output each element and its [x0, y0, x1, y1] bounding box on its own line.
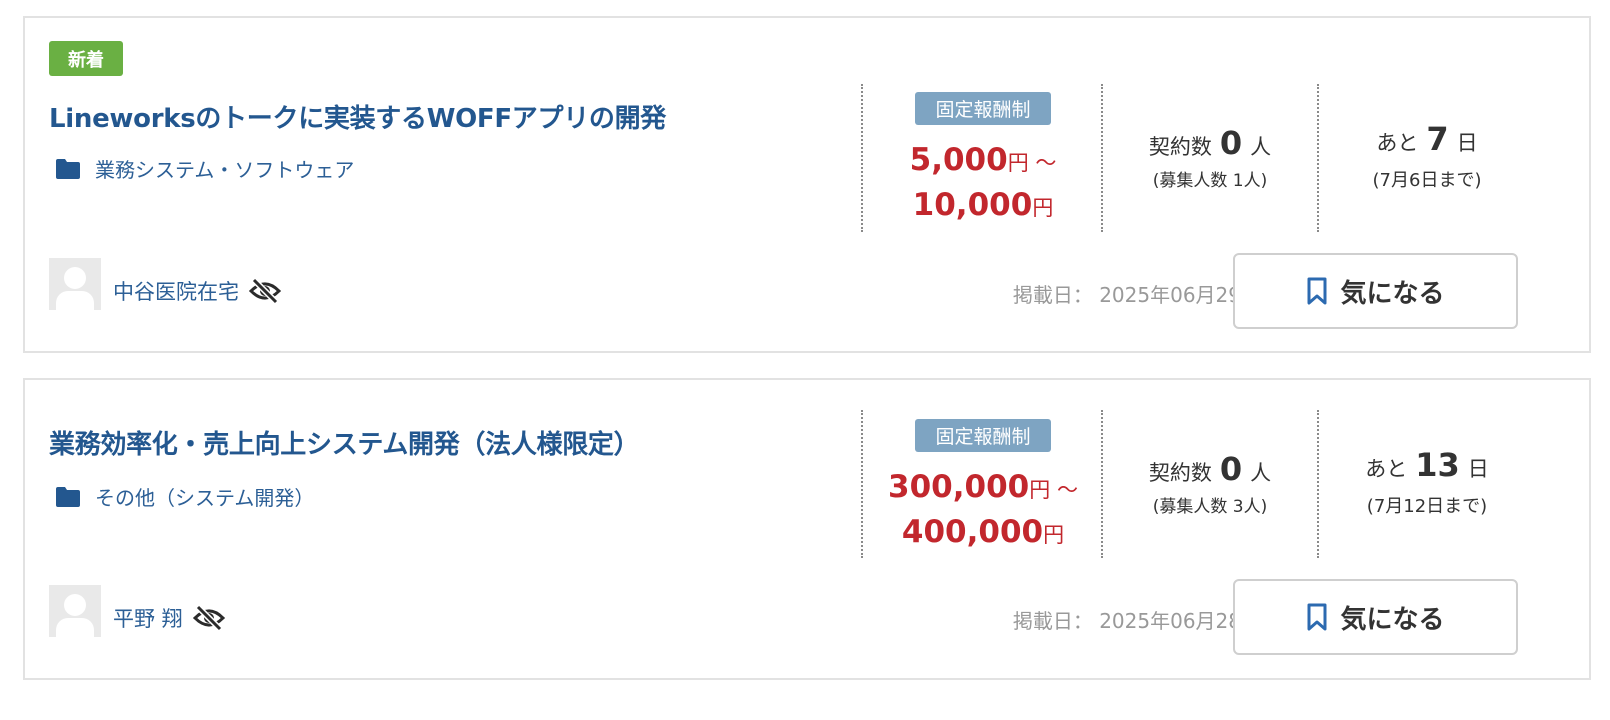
eye-off-icon	[192, 605, 225, 631]
eye-off-icon	[249, 278, 281, 304]
avatar[interactable]	[49, 258, 101, 310]
deadline-date: (7月6日まで)	[1372, 170, 1482, 191]
price-max: 10,000円	[865, 184, 1101, 229]
folder-icon	[56, 486, 80, 507]
contract-number: 0	[1219, 124, 1243, 162]
price-max: 400,000円	[865, 511, 1101, 556]
posted-date: 掲載日： 2025年06月28日	[1012, 609, 1261, 633]
contract-label: 契約数	[1148, 135, 1212, 159]
price-separator: 〜	[1035, 151, 1057, 175]
price-unit: 円	[1032, 196, 1054, 220]
favorite-button[interactable]: 気になる	[1233, 579, 1518, 655]
contract-number: 0	[1219, 450, 1243, 488]
contract-unit: 人	[1250, 461, 1272, 485]
contract-count: 契約数 0 人	[1103, 124, 1317, 162]
pay-type-badge: 固定報酬制	[915, 92, 1051, 125]
folder-icon	[56, 158, 80, 179]
new-badge: 新着	[49, 41, 123, 76]
price-block: 固定報酬制 5,000円 〜 10,000円	[865, 92, 1101, 229]
price-separator: 〜	[1056, 478, 1078, 502]
job-card: 新着 Lineworksのトークに実装するWOFFアプリの開発 業務システム・ソ…	[23, 16, 1591, 353]
job-title-link[interactable]: Lineworksのトークに実装するWOFFアプリの開発	[49, 98, 666, 135]
price-block: 固定報酬制 300,000円 〜 400,000円	[865, 419, 1101, 556]
recruit-count: (募集人数 1人)	[1152, 171, 1268, 191]
avatar[interactable]	[49, 585, 101, 637]
client-name-link[interactable]: 中谷医院在宅	[113, 276, 239, 306]
client-name-link[interactable]: 平野 翔	[113, 603, 183, 633]
deadline-block: あと 13 日 (7月12日まで)	[1319, 446, 1535, 518]
client-info: 平野 翔	[113, 603, 225, 633]
contract-label: 契約数	[1148, 461, 1212, 485]
job-card: 業務効率化・売上向上システム開発（法人様限定） その他（システム開発） 固定報酬…	[23, 378, 1591, 680]
column-divider	[861, 84, 863, 232]
column-divider	[861, 410, 863, 558]
price-max-value: 10,000	[912, 187, 1033, 223]
price-unit: 円	[1029, 478, 1051, 502]
price-min: 5,000円 〜	[865, 139, 1101, 184]
bookmark-icon	[1307, 603, 1327, 631]
price-max-value: 400,000	[901, 514, 1044, 550]
job-category[interactable]: その他（システム開発）	[55, 482, 314, 511]
favorite-label: 気になる	[1340, 278, 1445, 309]
contract-unit: 人	[1250, 135, 1272, 159]
pay-type-badge: 固定報酬制	[915, 419, 1051, 452]
recruit-count: (募集人数 3人)	[1152, 497, 1268, 517]
contract-block: 契約数 0 人 (募集人数 1人)	[1103, 124, 1317, 191]
posted-date: 掲載日： 2025年06月29日	[1012, 283, 1261, 307]
deadline-date: (7月12日まで)	[1366, 496, 1488, 517]
price-unit: 円	[1043, 523, 1065, 547]
contract-count: 契約数 0 人	[1103, 450, 1317, 488]
days-unit: 日	[1467, 457, 1489, 481]
days-remaining: あと 7 日	[1319, 120, 1535, 158]
deadline-block: あと 7 日 (7月6日まで)	[1319, 120, 1535, 192]
contract-block: 契約数 0 人 (募集人数 3人)	[1103, 450, 1317, 517]
avatar-placeholder-icon	[64, 267, 86, 289]
client-info: 中谷医院在宅	[113, 276, 281, 306]
days-number: 7	[1426, 120, 1449, 158]
category-label: その他（システム開発）	[95, 486, 315, 510]
days-label: あと	[1376, 131, 1419, 155]
price-min-value: 300,000	[888, 469, 1030, 505]
price-unit: 円	[1007, 151, 1029, 175]
price-min-value: 5,000	[909, 142, 1008, 178]
avatar-placeholder-icon	[64, 594, 86, 616]
bookmark-icon	[1307, 277, 1327, 305]
job-category[interactable]: 業務システム・ソフトウェア	[55, 154, 354, 183]
days-remaining: あと 13 日	[1319, 446, 1535, 484]
favorite-button[interactable]: 気になる	[1233, 253, 1518, 329]
days-unit: 日	[1456, 131, 1478, 155]
job-title-link[interactable]: 業務効率化・売上向上システム開発（法人様限定）	[49, 424, 640, 461]
favorite-label: 気になる	[1340, 604, 1445, 635]
price-min: 300,000円 〜	[865, 466, 1101, 511]
days-label: あと	[1365, 457, 1408, 481]
days-number: 13	[1415, 446, 1460, 484]
category-label: 業務システム・ソフトウェア	[95, 158, 355, 182]
